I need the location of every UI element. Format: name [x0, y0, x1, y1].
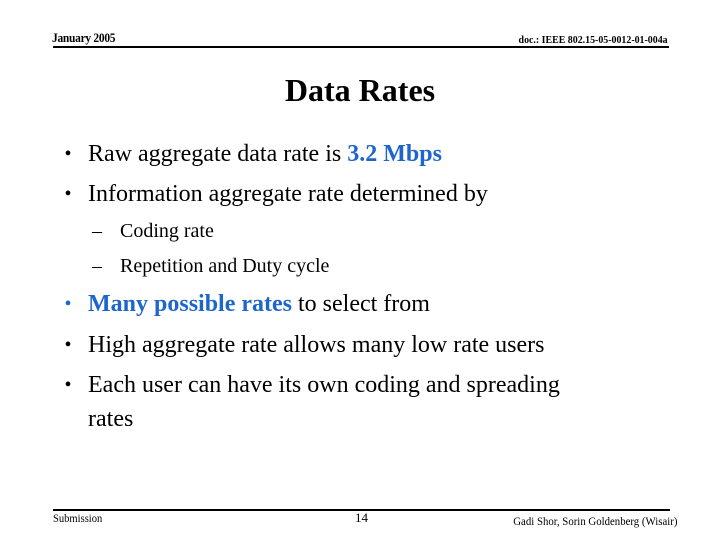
- bullet-highlight: Many possible rates: [88, 291, 292, 317]
- sub-bullet-text: Repetition and Duty cycle: [120, 255, 330, 277]
- header-doc-id: doc.: IEEE 802.15-05-0012-01-004a: [518, 34, 668, 46]
- sub-bullet-text: Coding rate: [120, 220, 214, 242]
- bullet-icon: •: [64, 183, 72, 205]
- bullet-text: Information aggregate rate determined by: [88, 181, 488, 207]
- page-number: 14: [355, 510, 368, 525]
- bullet-icon: •: [64, 334, 72, 356]
- header-date: January 2005: [52, 30, 116, 45]
- bullet-text: Each user can have its own coding and sp…: [88, 372, 560, 398]
- bullet-icon: •: [64, 293, 72, 315]
- bullet-text-plain: to select from: [292, 291, 430, 317]
- footer-submission-label: Submission: [53, 511, 103, 525]
- bullet-icon: •: [64, 143, 72, 165]
- bullet-highlight: 3.2 Mbps: [347, 141, 442, 167]
- bullet-text: Many possible rates to select from: [88, 290, 430, 318]
- bullet-icon: •: [64, 374, 72, 396]
- slide-title: Data Rates: [284, 72, 436, 108]
- header-divider: [53, 46, 669, 48]
- dash-icon: –: [92, 255, 102, 277]
- bullet-text: High aggregate rate allows many low rate…: [88, 332, 545, 358]
- footer-authors: Gadi Shor, Sorin Goldenberg (Wisair): [512, 514, 677, 528]
- bullet-text: Raw aggregate data rate is 3.2 Mbps: [88, 140, 442, 168]
- bullet-text: rates: [88, 406, 134, 432]
- bullet-text-plain: Raw aggregate data rate is: [88, 141, 348, 167]
- dash-icon: –: [92, 220, 102, 242]
